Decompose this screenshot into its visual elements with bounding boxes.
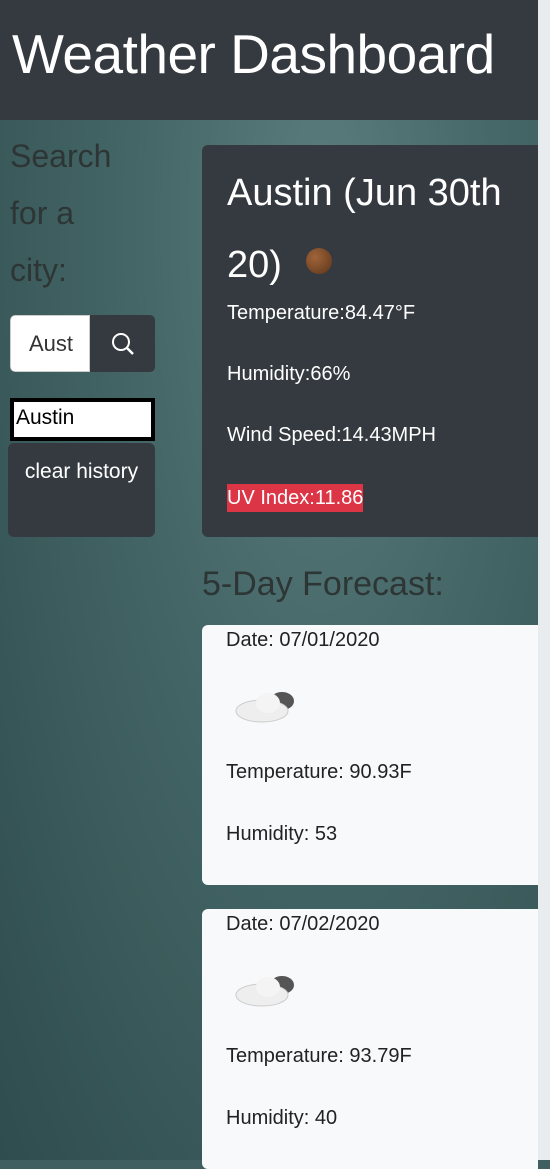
current-weather-card: Austin (Jun 30th 20) Temperature:84.47°F… — [202, 145, 538, 537]
forecast-humidity: Humidity: 40 — [226, 1107, 338, 1129]
forecast-temperature: Temperature: 93.79F — [226, 1045, 412, 1067]
cloud-icon — [235, 976, 294, 1007]
search-label: Search for a city: — [10, 138, 112, 288]
clear-history-button[interactable]: clear history — [8, 443, 155, 537]
search-button[interactable] — [90, 315, 155, 372]
search-input[interactable] — [10, 315, 90, 372]
current-wind: Wind Speed:14.43MPH — [227, 424, 437, 446]
forecast-date: Date: 07/01/2020 — [226, 629, 380, 651]
current-temperature: Temperature:84.47°F — [227, 302, 416, 324]
forecast-card: Date: 07/02/2020 Temperature: 93.79F Hum… — [202, 909, 538, 1169]
scrollbar[interactable] — [538, 0, 550, 1160]
city-date-heading: Austin (Jun 30th 20) — [227, 157, 538, 301]
search-group — [10, 315, 155, 372]
forecast-date: Date: 07/02/2020 — [226, 913, 380, 935]
cloud-icon — [235, 692, 294, 723]
forecast-humidity: Humidity: 53 — [226, 823, 338, 845]
search-icon — [111, 332, 134, 355]
forecast-heading: 5-Day Forecast: — [202, 565, 444, 603]
uv-index: UV Index:11.86 — [227, 484, 364, 512]
city-date: Austin (Jun 30th 20) — [227, 172, 502, 286]
moon-icon — [305, 247, 332, 274]
page-title: Weather Dashboard — [0, 0, 538, 120]
history-item[interactable]: Austin — [10, 398, 155, 441]
current-humidity: Humidity:66% — [227, 363, 351, 385]
forecast-temperature: Temperature: 90.93F — [226, 761, 412, 783]
forecast-card: Date: 07/01/2020 Temperature: 90.93F Hum… — [202, 625, 538, 885]
